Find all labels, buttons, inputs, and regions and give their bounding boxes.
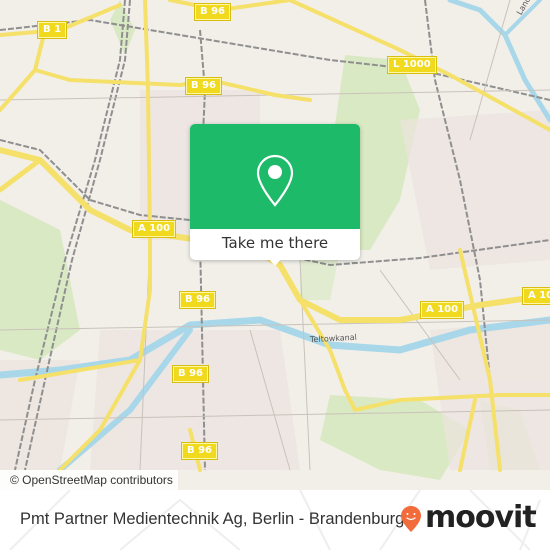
popup-header (190, 124, 360, 229)
road-shield-b96: B 96 (171, 365, 210, 383)
moovit-pin-icon (401, 506, 421, 532)
popup-pointer (268, 258, 282, 266)
road-shield-b96: B 96 (193, 3, 232, 21)
map-view[interactable]: B 1 B 96 B 96 L 1000 A 100 A 100 A 100 B… (0, 0, 550, 490)
place-title: Pmt Partner Medientechnik Ag, Berlin - B… (20, 510, 405, 528)
footer-bar: Pmt Partner Medientechnik Ag, Berlin - B… (0, 490, 550, 550)
road-shield-b96: B 96 (184, 77, 223, 95)
road-shield-b96: B 96 (180, 442, 219, 460)
road-shield-a100: A 100 (521, 287, 550, 305)
take-me-there-button[interactable]: Take me there (190, 229, 360, 260)
brand-name: moovit (425, 500, 537, 535)
road-shield-l1000: L 1000 (387, 56, 437, 74)
location-popup: Take me there (190, 124, 360, 266)
road-shield-a100: A 100 (131, 220, 177, 238)
location-pin-icon (256, 154, 294, 207)
road-shield-a100: A 100 (419, 301, 465, 319)
map-attribution[interactable]: © OpenStreetMap contributors (0, 470, 178, 490)
road-shield-b1: B 1 (36, 21, 68, 39)
road-shield-b96: B 96 (178, 291, 217, 309)
